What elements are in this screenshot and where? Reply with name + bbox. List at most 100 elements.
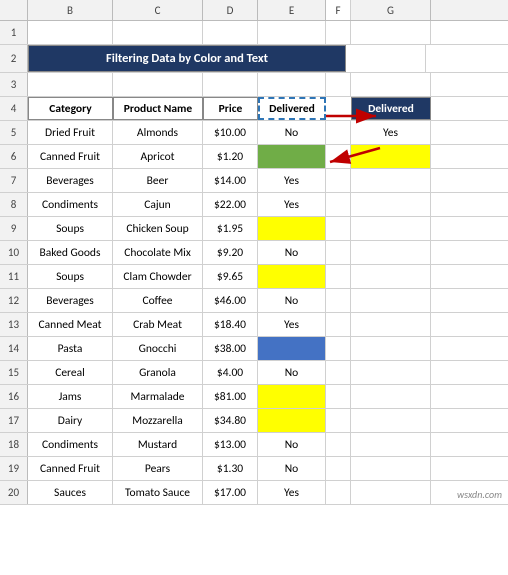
cell-e19: No [258, 457, 326, 480]
cell-b1 [28, 21, 113, 44]
row-9: 9 Soups Chicken Soup $1.95 [0, 217, 508, 241]
header-product-name: Product Name [113, 97, 203, 120]
cell-g14 [351, 337, 431, 360]
cell-f17 [326, 409, 351, 432]
row-15: 15 Cereal Granola $4.00 No [0, 361, 508, 385]
cell-e9 [258, 217, 326, 240]
row-4: 4 Category Product Name Price Delivered … [0, 97, 508, 121]
cell-c11: Clam Chowder [113, 265, 203, 288]
cell-f12 [326, 289, 351, 312]
cell-f4 [326, 97, 351, 120]
header-delivered-g: Delivered [351, 97, 431, 120]
cell-b18: Condiments [28, 433, 113, 456]
row-2: 2 Filtering Data by Color and Text [0, 45, 508, 73]
cell-e6 [258, 145, 326, 168]
rownum-16: 16 [0, 385, 28, 408]
cell-g12 [351, 289, 431, 312]
rownum-11: 11 [0, 265, 28, 288]
cell-g17 [351, 409, 431, 432]
row-3: 3 [0, 73, 508, 97]
cell-g15 [351, 361, 431, 384]
cell-d10: $9.20 [203, 241, 258, 264]
cell-b15: Cereal [28, 361, 113, 384]
cell-b9: Soups [28, 217, 113, 240]
cell-g10 [351, 241, 431, 264]
cell-d20: $17.00 [203, 481, 258, 504]
cell-c10: Chocolate Mix [113, 241, 203, 264]
cell-b16: Jams [28, 385, 113, 408]
cell-d8: $22.00 [203, 193, 258, 216]
cell-d7: $14.00 [203, 169, 258, 192]
cell-c7: Beer [113, 169, 203, 192]
corner-cell [0, 0, 28, 20]
cell-b10: Baked Goods [28, 241, 113, 264]
cell-c9: Chicken Soup [113, 217, 203, 240]
col-header-c: C [113, 0, 203, 20]
row-19: 19 Canned Fruit Pears $1.30 No [0, 457, 508, 481]
cell-e3 [258, 73, 326, 96]
cell-c6: Apricot [113, 145, 203, 168]
cell-c20: Tomato Sauce [113, 481, 203, 504]
rownum-3: 3 [0, 73, 28, 96]
cell-d19: $1.30 [203, 457, 258, 480]
row-12: 12 Beverages Coffee $46.00 No [0, 289, 508, 313]
watermark: wsxdn.com [457, 488, 502, 501]
cell-f9 [326, 217, 351, 240]
row-5: 5 Dried Fruit Almonds $10.00 No Yes [0, 121, 508, 145]
rownum-20: 20 [0, 481, 28, 504]
grid-body: 1 2 Filtering Data by Color and Text 3 [0, 21, 508, 505]
row-17: 17 Dairy Mozzarella $34.80 [0, 409, 508, 433]
cell-c8: Cajun [113, 193, 203, 216]
rownum-9: 9 [0, 217, 28, 240]
row-6: 6 Canned Fruit Apricot $1.20 [0, 145, 508, 169]
cell-c5: Almonds [113, 121, 203, 144]
cell-c16: Marmalade [113, 385, 203, 408]
cell-e13: Yes [258, 313, 326, 336]
col-header-f: F [326, 0, 351, 20]
cell-b14: Pasta [28, 337, 113, 360]
cell-b11: Soups [28, 265, 113, 288]
cell-g16 [351, 385, 431, 408]
cell-e10: No [258, 241, 326, 264]
cell-d3 [203, 73, 258, 96]
cell-c13: Crab Meat [113, 313, 203, 336]
column-headers: B C D E F G [0, 0, 508, 21]
cell-f19 [326, 457, 351, 480]
title-cell: Filtering Data by Color and Text [28, 45, 346, 72]
row-20: 20 Sauces Tomato Sauce $17.00 Yes [0, 481, 508, 505]
cell-e7: Yes [258, 169, 326, 192]
cell-e16 [258, 385, 326, 408]
cell-b20: Sauces [28, 481, 113, 504]
row-14: 14 Pasta Gnocchi $38.00 [0, 337, 508, 361]
row-10: 10 Baked Goods Chocolate Mix $9.20 No [0, 241, 508, 265]
row-16: 16 Jams Marmalade $81.00 [0, 385, 508, 409]
row-13: 13 Canned Meat Crab Meat $18.40 Yes [0, 313, 508, 337]
rownum-18: 18 [0, 433, 28, 456]
cell-b8: Condiments [28, 193, 113, 216]
row-11: 11 Soups Clam Chowder $9.65 [0, 265, 508, 289]
cell-c12: Coffee [113, 289, 203, 312]
cell-d14: $38.00 [203, 337, 258, 360]
rownum-10: 10 [0, 241, 28, 264]
col-header-d: D [203, 0, 258, 20]
rownum-14: 14 [0, 337, 28, 360]
cell-f20 [326, 481, 351, 504]
cell-g8 [351, 193, 431, 216]
header-delivered: Delivered [258, 97, 326, 120]
rownum-15: 15 [0, 361, 28, 384]
col-header-b: B [28, 0, 113, 20]
cell-c17: Mozzarella [113, 409, 203, 432]
cell-d1 [203, 21, 258, 44]
cell-e8: Yes [258, 193, 326, 216]
cell-d6: $1.20 [203, 145, 258, 168]
col-header-g: G [351, 0, 431, 20]
cell-f15 [326, 361, 351, 384]
col-header-e: E [258, 0, 326, 20]
cell-c3 [113, 73, 203, 96]
row-8: 8 Condiments Cajun $22.00 Yes [0, 193, 508, 217]
cell-b7: Beverages [28, 169, 113, 192]
cell-e18: No [258, 433, 326, 456]
cell-d17: $34.80 [203, 409, 258, 432]
rownum-8: 8 [0, 193, 28, 216]
rownum-4: 4 [0, 97, 28, 120]
